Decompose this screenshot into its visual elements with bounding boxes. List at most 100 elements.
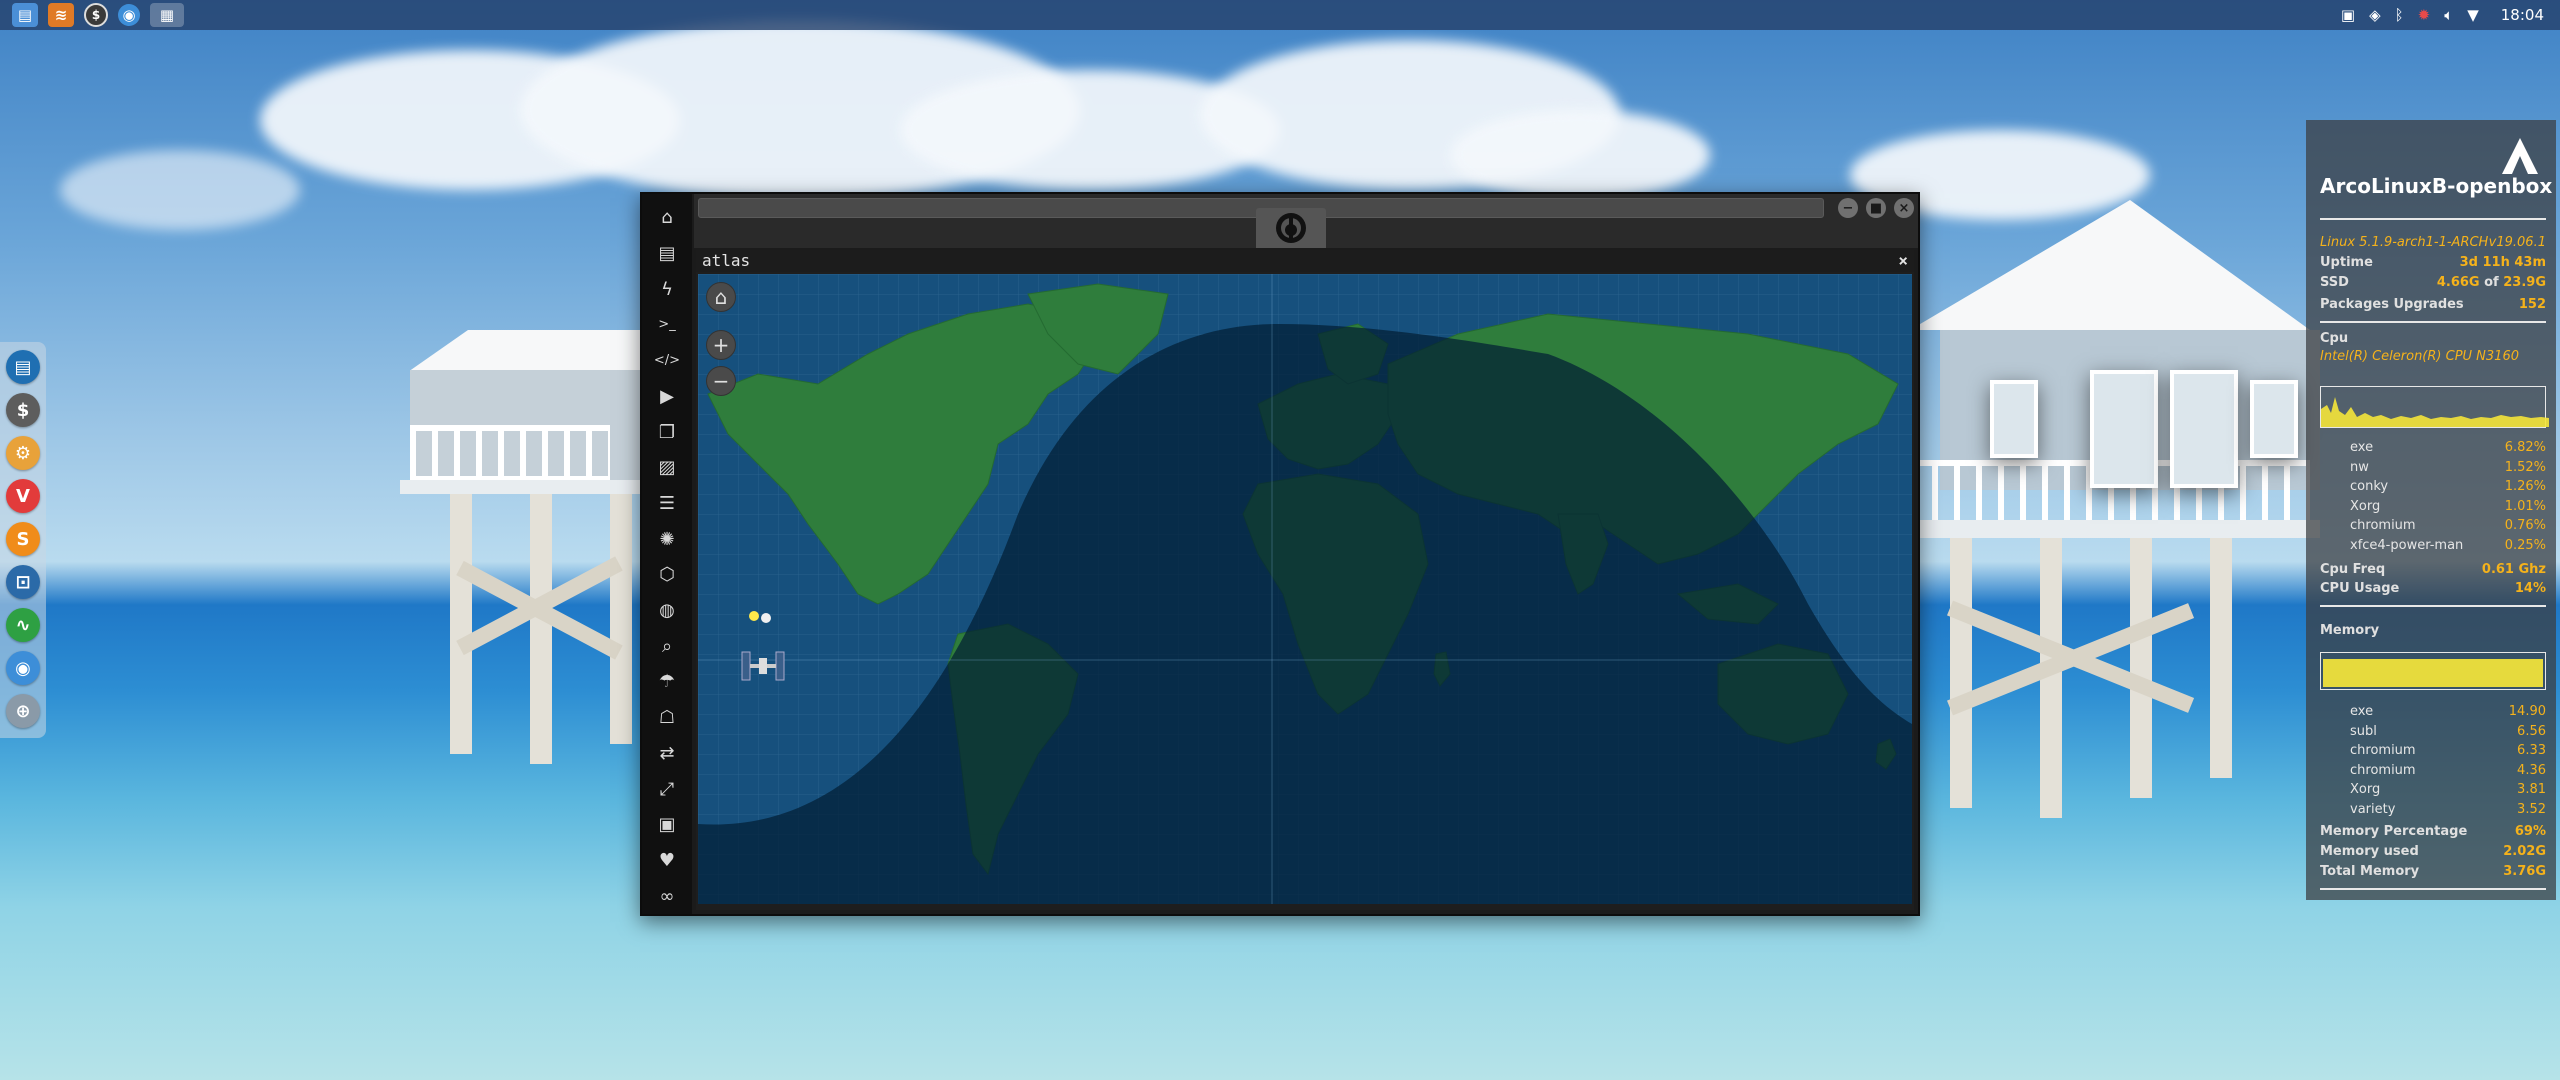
bluetooth-icon[interactable]: ᛒ	[2395, 6, 2404, 24]
process-name: chromium	[2350, 743, 2416, 758]
process-value: 14.90	[2508, 704, 2546, 719]
moon-marker[interactable]	[761, 613, 771, 623]
cpu-freq-value: 0.61 Ghz	[2481, 562, 2546, 577]
divider	[2320, 888, 2546, 890]
home-icon[interactable]: ⌂	[649, 200, 685, 236]
wifi-icon[interactable]: ▼	[2467, 6, 2479, 24]
sun-marker[interactable]	[749, 611, 759, 621]
dropbox-icon[interactable]: ◈	[2369, 6, 2381, 24]
maximize-button[interactable]: ■	[1866, 198, 1886, 218]
cpu-usage-label: CPU Usage	[2320, 581, 2400, 596]
clock[interactable]: 18:04	[2501, 6, 2544, 24]
search-icon[interactable]: ⌕	[649, 628, 685, 664]
heart-icon[interactable]: ♥	[649, 843, 685, 879]
ssd-total: 23.9G	[2503, 275, 2546, 290]
terminal-icon[interactable]: >_	[649, 307, 685, 343]
play-icon[interactable]: ▶	[649, 379, 685, 415]
dock-item-system-monitor[interactable]: ∿	[6, 608, 40, 642]
cpu-freq-label: Cpu Freq	[2320, 562, 2386, 577]
process-row: exe 6.82%	[2320, 440, 2546, 458]
document-icon[interactable]: ▤	[649, 236, 685, 272]
update-icon[interactable]: ✹	[2418, 6, 2431, 24]
process-name: nw	[2350, 459, 2369, 475]
dock-item-network[interactable]: ⊕	[6, 694, 40, 728]
sublime-launcher[interactable]: ≋	[48, 3, 74, 27]
panel-header: atlas ×	[696, 250, 1914, 272]
packages-label: Packages Upgrades	[2320, 297, 2464, 312]
variety-launcher[interactable]: $	[84, 3, 108, 27]
process-name: exe	[2350, 704, 2374, 719]
chromium-icon: ◉	[15, 657, 31, 679]
zoom-in-button[interactable]: +	[706, 330, 736, 360]
settings-icon[interactable]: ✺	[649, 521, 685, 557]
close-window-button[interactable]: ×	[1894, 198, 1914, 218]
world-map[interactable]: ⌂ + −	[698, 274, 1912, 904]
chromium-icon: ◉	[122, 6, 136, 24]
news-icon[interactable]: ☰	[649, 486, 685, 522]
hexagon-icon[interactable]: ⬡	[649, 557, 685, 593]
screenshot-icon[interactable]: ▣	[2341, 6, 2355, 24]
process-row: exe 14.90	[2320, 704, 2546, 722]
stilt-house-right	[1910, 200, 2330, 820]
expand-icon[interactable]: ⤢	[649, 771, 685, 807]
dock-item-vivaldi[interactable]: V	[6, 479, 40, 513]
code-icon[interactable]: </>	[649, 343, 685, 379]
process-name: chromium	[2350, 518, 2416, 533]
process-value: 3.81	[2517, 782, 2546, 797]
umbrella-icon[interactable]: ☂	[649, 664, 685, 700]
app-dock: ▤ $ ⚙ V S ⊡ ∿ ◉ ⊕	[0, 342, 46, 738]
mem-pct-value: 69%	[2514, 824, 2546, 839]
infinity-icon[interactable]: ∞	[649, 878, 685, 914]
ssd-label: SSD	[2320, 275, 2349, 290]
chromium-launcher[interactable]: ◉	[118, 4, 140, 26]
files-icon: ▤	[14, 356, 32, 378]
network-icon: ⊕	[15, 700, 31, 722]
mem-pct-label: Memory Percentage	[2320, 824, 2468, 839]
process-value: 1.26%	[2504, 479, 2546, 494]
volume-icon[interactable]: 🔈︎	[2444, 6, 2453, 24]
hostname: ArcoLinuxB-openbox	[2320, 174, 2553, 198]
file-manager-launcher[interactable]: ▤	[12, 3, 38, 27]
mem-total-label: Total Memory	[2320, 864, 2420, 879]
ssd-usage: 4.66G of 23.9G	[2437, 275, 2546, 290]
process-name: subl	[2350, 723, 2377, 739]
process-name: variety	[2350, 801, 2396, 817]
copy-icon[interactable]: ❐	[649, 414, 685, 450]
process-value: 6.33	[2517, 743, 2546, 758]
youtube-icon[interactable]: ▣	[649, 807, 685, 843]
dock-item-sublime[interactable]: S	[6, 522, 40, 556]
ssd-used: 4.66G	[2436, 275, 2480, 290]
dock-item-screen[interactable]: ⊡	[6, 565, 40, 599]
variety-icon: $	[91, 8, 101, 22]
rebel-logo-tab[interactable]	[1256, 208, 1326, 248]
dock-item-chromium[interactable]: ◉	[6, 651, 40, 685]
panel-title: atlas	[702, 251, 751, 270]
process-row: chromium 4.36	[2320, 763, 2546, 781]
distro-version: v19.06.1	[2488, 235, 2546, 250]
panel-close-button[interactable]: ×	[1898, 250, 1908, 272]
process-name: Xorg	[2350, 782, 2381, 797]
cpu-model: Intel(R) Celeron(R) CPU N3160	[2320, 349, 2519, 364]
globe-icon[interactable]: ◍	[649, 593, 685, 629]
top-panel: ▤ ≋ $ ◉ ▦ ▣ ◈ ᛒ ✹ 🔈︎ ▼ 18:04	[0, 0, 2560, 30]
process-row: conky 1.26%	[2320, 479, 2546, 497]
process-row: Xorg 3.81	[2320, 782, 2546, 800]
dock-item-variety[interactable]: $	[6, 393, 40, 427]
minimize-button[interactable]: −	[1838, 198, 1858, 218]
divider	[2320, 321, 2546, 323]
dock-item-files[interactable]: ▤	[6, 350, 40, 384]
workspace-button[interactable]: ▦	[150, 3, 184, 27]
process-row: xfce4-power-man 0.25%	[2320, 538, 2546, 556]
process-row: chromium 6.33	[2320, 743, 2546, 761]
contact-icon[interactable]: ☖	[649, 700, 685, 736]
process-value: 1.52%	[2504, 459, 2546, 475]
map-home-button[interactable]: ⌂	[706, 282, 736, 312]
zoom-out-button[interactable]: −	[706, 366, 736, 396]
image-icon[interactable]: ▨	[649, 450, 685, 486]
atlas-panel: atlas × ⌂ + −	[696, 250, 1914, 910]
process-name: conky	[2350, 479, 2389, 494]
bolt-icon[interactable]: ϟ	[649, 271, 685, 307]
process-name: Xorg	[2350, 498, 2381, 514]
exchange-icon[interactable]: ⇄	[649, 736, 685, 772]
dock-item-hardinfo[interactable]: ⚙	[6, 436, 40, 470]
